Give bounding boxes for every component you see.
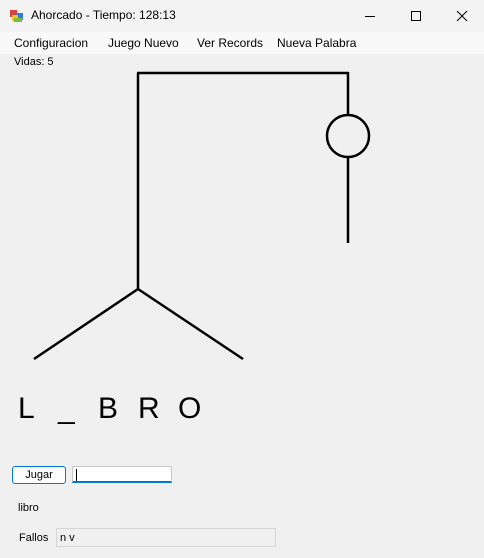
minimize-icon (365, 16, 375, 17)
word-letter: _ (58, 392, 75, 425)
word-letter: R (138, 392, 160, 425)
close-button[interactable] (439, 0, 484, 32)
text-caret (76, 469, 77, 481)
close-icon (456, 10, 468, 22)
gallows-right-base (137, 287, 244, 361)
menu-bar: Configuracion Juego Nuevo Ver Records Nu… (0, 32, 484, 54)
misses-label: Fallos (19, 532, 49, 544)
solution-word: libro (18, 502, 39, 514)
misses-field: n v (56, 528, 276, 547)
menu-item-configuracion[interactable]: Configuracion (14, 36, 88, 50)
hangman-app-icon (10, 10, 23, 22)
hangman-drawing (33, 71, 371, 361)
play-button[interactable]: Jugar (12, 466, 66, 484)
maximize-button[interactable] (393, 0, 439, 32)
menu-item-juego-nuevo[interactable]: Juego Nuevo (108, 36, 179, 50)
letter-input[interactable] (72, 466, 172, 483)
minimize-button[interactable] (347, 0, 393, 32)
title-bar[interactable]: Ahorcado - Tiempo: 128:13 (0, 0, 484, 32)
menu-item-nueva-palabra[interactable]: Nueva Palabra (277, 36, 356, 50)
menu-item-ver-records[interactable]: Ver Records (197, 36, 263, 50)
gallows-left-base (33, 287, 139, 361)
window-title: Ahorcado - Tiempo: 128:13 (31, 8, 176, 22)
app-window: Ahorcado - Tiempo: 128:13 Configuracion … (0, 0, 484, 558)
hangman-head (325, 113, 371, 159)
maximize-icon (411, 11, 421, 21)
word-letter: O (178, 392, 202, 425)
word-display: L _ B R O (18, 392, 218, 426)
word-letter: L (18, 392, 35, 425)
word-letter: B (98, 392, 119, 425)
